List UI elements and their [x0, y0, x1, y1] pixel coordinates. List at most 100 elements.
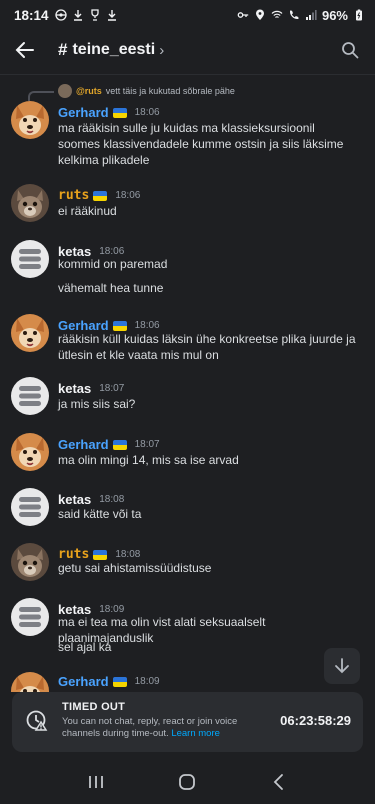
- avatar-ketas[interactable]: [11, 377, 49, 415]
- message[interactable]: ketas 18:08 said kätte või ta: [0, 488, 375, 528]
- message-header: Gerhard 18:09: [58, 674, 160, 689]
- key-icon: [237, 12, 249, 18]
- message-text: ja mis siis sai?: [58, 397, 136, 411]
- message-header: ketas 18:07: [58, 381, 124, 396]
- author-name[interactable]: ketas: [58, 381, 91, 396]
- message-text: ei rääkinud: [58, 204, 117, 218]
- message-text: getu sai ahistamissüüdistuse: [58, 561, 212, 575]
- author-name[interactable]: Gerhard: [58, 105, 109, 120]
- search-icon: [342, 42, 359, 59]
- flag-icon: [93, 549, 108, 560]
- message-text: sel ajal ka: [58, 640, 112, 654]
- avatar-gerhard[interactable]: [11, 672, 49, 692]
- author-name[interactable]: ketas: [58, 492, 91, 507]
- timestamp: 18:07: [134, 439, 160, 450]
- wifi-icon: [271, 10, 283, 18]
- flag-icon: [93, 190, 108, 201]
- message-text: said kätte või ta: [58, 507, 142, 521]
- signal-icon: [305, 10, 317, 20]
- message-text: vähemalt hea tunne: [58, 281, 164, 295]
- message[interactable]: ketas 18:06 kommid on paremad vähemalt h…: [0, 240, 375, 300]
- avatar-ketas[interactable]: [11, 240, 49, 278]
- timestamp: 18:08: [99, 494, 125, 505]
- notification-icons: [54, 9, 118, 21]
- reply-avatar: [58, 84, 72, 98]
- message-text: ma rääkisin sulle ju kuidas ma klassieks…: [58, 121, 344, 167]
- status-time: 18:14: [14, 7, 49, 23]
- arrow-left-icon: [15, 42, 34, 58]
- call-icon: [289, 10, 299, 20]
- system-icons: 96%: [237, 8, 365, 23]
- flag-icon: [112, 320, 127, 331]
- message-text: ma olin mingi 14, mis sa ise arvad: [58, 453, 239, 467]
- message-header: ruts 18:06: [58, 188, 140, 203]
- timeout-description: You can not chat, reply, react or join v…: [62, 716, 277, 740]
- message-header: Gerhard 18:07: [58, 437, 160, 452]
- reply-text: vett täis ja kukutad sõbrale pähe: [105, 86, 235, 96]
- flag-icon: [112, 676, 127, 687]
- pokeball-icon: [54, 9, 67, 21]
- avatar-ketas[interactable]: [11, 488, 49, 526]
- message[interactable]: ketas 18:09 ma ei tea ma olin vist alati…: [0, 598, 375, 658]
- message-header: ketas 18:08: [58, 492, 124, 507]
- timestamp: 18:06: [134, 107, 160, 118]
- avatar-gerhard[interactable]: [11, 433, 49, 471]
- back-chevron-icon: [273, 774, 284, 790]
- timeout-banner: TIMED OUT You can not chat, reply, react…: [12, 692, 363, 752]
- recents-icon: [88, 776, 103, 788]
- avatar-ruts[interactable]: [11, 543, 49, 581]
- download-icon: [73, 10, 82, 21]
- author-name[interactable]: Gerhard: [58, 674, 109, 689]
- message-text: rääkisin küll kuidas läksin ühe konkreet…: [58, 332, 356, 362]
- clock-warning-icon: [26, 710, 48, 731]
- timestamp: 18:06: [115, 190, 141, 201]
- avatar-gerhard[interactable]: [11, 314, 49, 352]
- arrow-down-icon: [335, 658, 349, 674]
- avatar-gerhard[interactable]: [11, 101, 49, 139]
- channel-header: # teine_eesti ›: [0, 30, 375, 70]
- header-divider: [0, 74, 375, 75]
- back-nav-button[interactable]: [264, 767, 294, 797]
- learn-more-link[interactable]: Learn more: [171, 728, 220, 739]
- battery-percent: 96%: [321, 7, 348, 23]
- battery-icon: [356, 9, 362, 21]
- message[interactable]: Gerhard 18:07 ma olin mingi 14, mis sa i…: [0, 433, 375, 473]
- home-icon: [179, 774, 196, 790]
- timeout-title: TIMED OUT: [62, 701, 126, 713]
- message[interactable]: ruts 18:08 getu sai ahistamissüüdistuse: [0, 543, 375, 583]
- author-name[interactable]: Gerhard: [58, 437, 109, 452]
- message[interactable]: ruts 18:06 ei rääkinud: [0, 184, 375, 224]
- message[interactable]: Gerhard 18:06 ma rääkisin sulle ju kuida…: [0, 101, 375, 177]
- android-navbar: [0, 760, 375, 804]
- reply-preview[interactable]: @ruts vett täis ja kukutad sõbrale pähe: [58, 84, 235, 98]
- message-text: kommid on paremad: [58, 257, 168, 271]
- chevron-right-icon[interactable]: ›: [159, 42, 164, 59]
- jump-to-bottom-button[interactable]: [324, 648, 360, 684]
- back-button[interactable]: [12, 37, 38, 63]
- message[interactable]: ketas 18:07 ja mis siis sai?: [0, 377, 375, 417]
- avatar-ruts[interactable]: [11, 184, 49, 222]
- timestamp: 18:07: [99, 383, 125, 394]
- author-name[interactable]: ruts: [58, 188, 89, 203]
- home-button[interactable]: [172, 767, 202, 797]
- message[interactable]: Gerhard 18:09: [0, 672, 375, 692]
- message-header: Gerhard 18:06: [58, 105, 160, 120]
- reply-author: @ruts: [76, 86, 102, 96]
- trophy-icon: [90, 9, 99, 21]
- flag-icon: [112, 107, 127, 118]
- channel-name[interactable]: teine_eesti: [72, 41, 155, 59]
- reply-connector: [28, 91, 54, 101]
- timestamp: 18:08: [115, 549, 141, 560]
- channel-hash-icon: #: [58, 40, 68, 59]
- download-icon-2: [107, 10, 116, 21]
- search-button[interactable]: [337, 37, 363, 63]
- status-bar: 18:14 96%: [0, 0, 375, 30]
- recent-apps-button[interactable]: [81, 767, 111, 797]
- timestamp: 18:09: [134, 676, 160, 687]
- timestamp: 18:06: [134, 320, 160, 331]
- message[interactable]: Gerhard 18:06 rääkisin küll kuidas läksi…: [0, 314, 375, 364]
- flag-icon: [112, 439, 127, 450]
- avatar-ketas[interactable]: [11, 598, 49, 636]
- location-icon: [255, 9, 264, 20]
- timeout-timer: 06:23:58:29: [280, 713, 351, 728]
